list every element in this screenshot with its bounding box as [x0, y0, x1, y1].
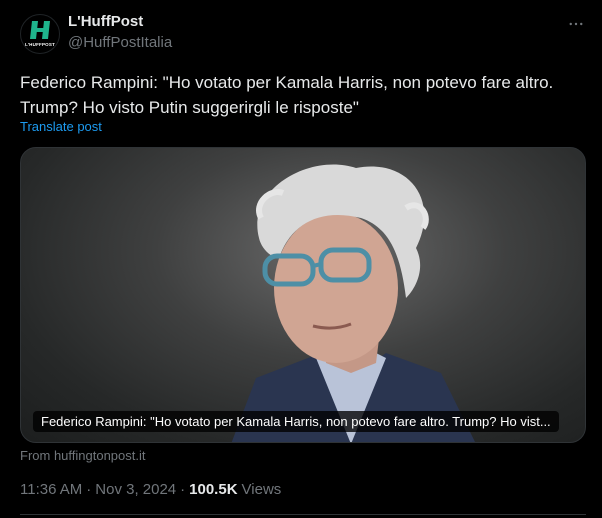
views-label: Views [241, 481, 282, 498]
translate-post-link[interactable]: Translate post [20, 119, 102, 134]
account-name[interactable]: L'HuffPost [68, 13, 143, 30]
tweet-text: Federico Rampini: "Ho votato per Kamala … [20, 73, 554, 117]
link-card[interactable]: Federico Rampini: "Ho votato per Kamala … [20, 147, 586, 443]
logo-caption: L'HUFFPOST [24, 42, 56, 47]
tweet-meta: 11:36 AM · Nov 3, 2024 · 100.5K Views [20, 481, 281, 498]
account-handle[interactable]: @HuffPostItalia [68, 34, 172, 51]
card-caption: Federico Rampini: "Ho votato per Kamala … [33, 411, 559, 432]
more-horizontal-icon [569, 22, 583, 26]
divider [20, 514, 586, 515]
more-options-button[interactable] [566, 14, 586, 34]
article-photo [231, 164, 476, 442]
views-count: 100.5K [189, 481, 238, 498]
avatar[interactable]: L'HUFFPOST [20, 14, 60, 54]
meta-separator: · [86, 481, 92, 498]
card-source[interactable]: From huffingtonpost.it [20, 448, 146, 463]
tweet-date[interactable]: Nov 3, 2024 [95, 481, 176, 498]
huffpost-logo-icon [30, 21, 50, 39]
meta-separator: · [180, 481, 186, 498]
tweet-time[interactable]: 11:36 AM [20, 481, 82, 498]
